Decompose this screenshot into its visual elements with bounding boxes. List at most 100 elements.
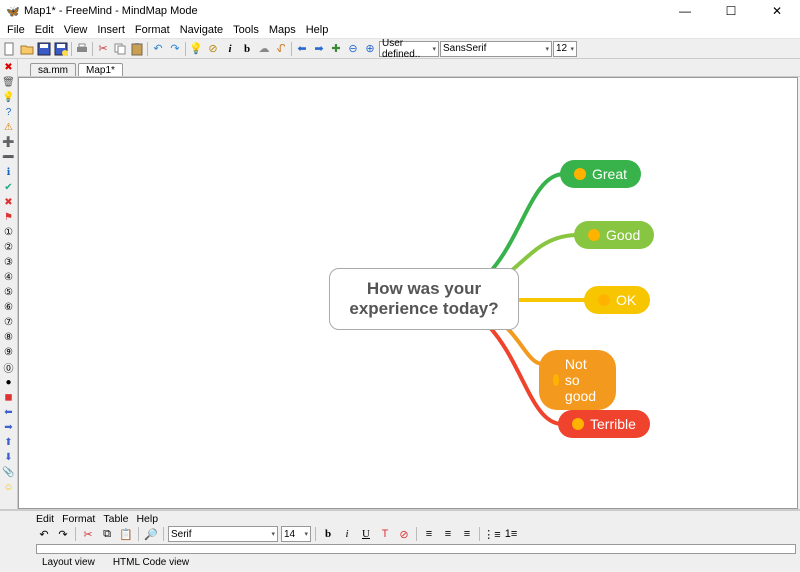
cross-icon[interactable]: ✖ [1,195,16,209]
up-icon[interactable]: ⬆ [1,435,16,449]
ok-icon[interactable]: ✔ [1,180,16,194]
nav-left-icon[interactable]: ⬅ [294,41,310,57]
b-redo-icon[interactable]: ↷ [55,526,71,542]
b-paste-icon[interactable]: 📋 [118,526,134,542]
view-tab-layout-view[interactable]: Layout view [36,556,101,569]
b-underline-icon[interactable]: U [358,526,374,542]
node-ok[interactable]: OK [584,286,650,314]
maximize-button[interactable]: ☐ [714,4,748,18]
bold-icon[interactable]: b [239,41,255,57]
n7-icon[interactable]: ⑦ [1,315,16,329]
n0-icon[interactable]: ⓪ [1,360,16,374]
view-tab-html-code-view[interactable]: HTML Code view [107,556,195,569]
idea-icon[interactable]: 💡 [188,41,204,57]
note-text-input[interactable] [36,544,796,554]
b-clear-icon[interactable]: ⊘ [396,526,412,542]
menu-edit[interactable]: Edit [30,23,59,37]
paste-icon[interactable] [129,41,145,57]
b-undo-icon[interactable]: ↶ [36,526,52,542]
bmenu-edit[interactable]: Edit [36,513,54,525]
nav-center-icon[interactable]: ✚ [328,41,344,57]
nav-right-icon[interactable]: ➡ [311,41,327,57]
menu-format[interactable]: Format [130,23,175,37]
tab-Map1[interactable]: Map1* [78,63,123,76]
trash-icon[interactable]: 🗑 [1,75,16,89]
down-icon[interactable]: ⬇ [1,450,16,464]
b-align-left-icon[interactable]: ≡ [421,526,437,542]
saveas-icon[interactable] [53,41,69,57]
root-node[interactable]: How was your experience today? [329,268,519,330]
node-good[interactable]: Good [574,221,654,249]
emoji-icon [588,229,600,241]
stop-icon[interactable]: ◼ [1,390,16,404]
right-icon[interactable]: ➡ [1,420,16,434]
idea-icon[interactable]: 💡 [1,90,16,104]
plus-icon[interactable]: ➕ [1,135,16,149]
b-italic-icon[interactable]: i [339,526,355,542]
b-align-center-icon[interactable]: ≡ [440,526,456,542]
b-find-icon[interactable]: 🔎 [143,526,159,542]
encrypt-icon[interactable]: ⊘ [205,41,221,57]
copy-icon[interactable] [112,41,128,57]
info-icon[interactable]: ℹ [1,165,16,179]
menu-view[interactable]: View [59,23,93,37]
menu-maps[interactable]: Maps [264,23,301,37]
n4-icon[interactable]: ④ [1,270,16,284]
black-dot-icon[interactable]: ● [1,375,16,389]
b-bold-icon[interactable]: b [320,526,336,542]
n8-icon[interactable]: ⑧ [1,330,16,344]
n6-icon[interactable]: ⑥ [1,300,16,314]
fontsize-combo[interactable]: 12 [553,41,577,57]
n2-icon[interactable]: ② [1,240,16,254]
left-icon[interactable]: ⬅ [1,405,16,419]
question-icon[interactable]: ? [1,105,16,119]
print-icon[interactable] [74,41,90,57]
font-combo[interactable]: SansSerif [440,41,552,57]
cut-icon[interactable]: ✂ [95,41,111,57]
node-terrible[interactable]: Terrible [558,410,650,438]
cloud-icon[interactable]: ☁ [256,41,272,57]
flag-icon[interactable]: ⚑ [1,210,16,224]
menu-help[interactable]: Help [301,23,334,37]
n5-icon[interactable]: ⑤ [1,285,16,299]
bmenu-table[interactable]: Table [103,513,128,525]
n1-icon[interactable]: ① [1,225,16,239]
b-cut-icon[interactable]: ✂ [80,526,96,542]
menu-navigate[interactable]: Navigate [175,23,228,37]
menu-insert[interactable]: Insert [92,23,130,37]
menu-tools[interactable]: Tools [228,23,264,37]
n3-icon[interactable]: ③ [1,255,16,269]
minimize-button[interactable]: — [668,4,702,18]
menu-file[interactable]: File [2,23,30,37]
tab-samm[interactable]: sa.mm [30,63,76,76]
smile-icon[interactable]: ☺ [1,480,16,494]
redo-icon[interactable]: ↷ [167,41,183,57]
zoom-out-icon[interactable]: ⊖ [345,41,361,57]
undo-icon[interactable]: ↶ [150,41,166,57]
close-button[interactable]: ✕ [760,4,794,18]
bmenu-format[interactable]: Format [62,513,95,525]
node-not-so-good[interactable]: Not so good [539,350,616,410]
new-icon[interactable] [2,41,18,57]
delete-icon[interactable]: ✖ [1,60,16,74]
open-icon[interactable] [19,41,35,57]
warn-icon[interactable]: ⚠ [1,120,16,134]
mindmap-canvas[interactable]: How was your experience today? Great Good… [18,77,798,509]
node-great[interactable]: Great [560,160,641,188]
b-color-icon[interactable]: T [377,526,393,542]
color-icon[interactable]: ᖋ [273,41,289,57]
minus-icon[interactable]: ➖ [1,150,16,164]
save-icon[interactable] [36,41,52,57]
n9-icon[interactable]: ⑨ [1,345,16,359]
zoom-in-icon[interactable]: ⊕ [362,41,378,57]
b-align-right-icon[interactable]: ≡ [459,526,475,542]
b-copy-icon[interactable]: ⧉ [99,526,115,542]
bmenu-help[interactable]: Help [136,513,158,525]
zoom-combo[interactable]: User defined.. [379,41,439,57]
b-font-combo[interactable]: Serif [168,526,278,542]
b-size-combo[interactable]: 14 [281,526,311,542]
attach-icon[interactable]: 📎 [1,465,16,479]
b-bullet-icon[interactable]: ⋮≡ [484,526,500,542]
b-number-icon[interactable]: 1≡ [503,526,519,542]
italic-icon[interactable]: i [222,41,238,57]
